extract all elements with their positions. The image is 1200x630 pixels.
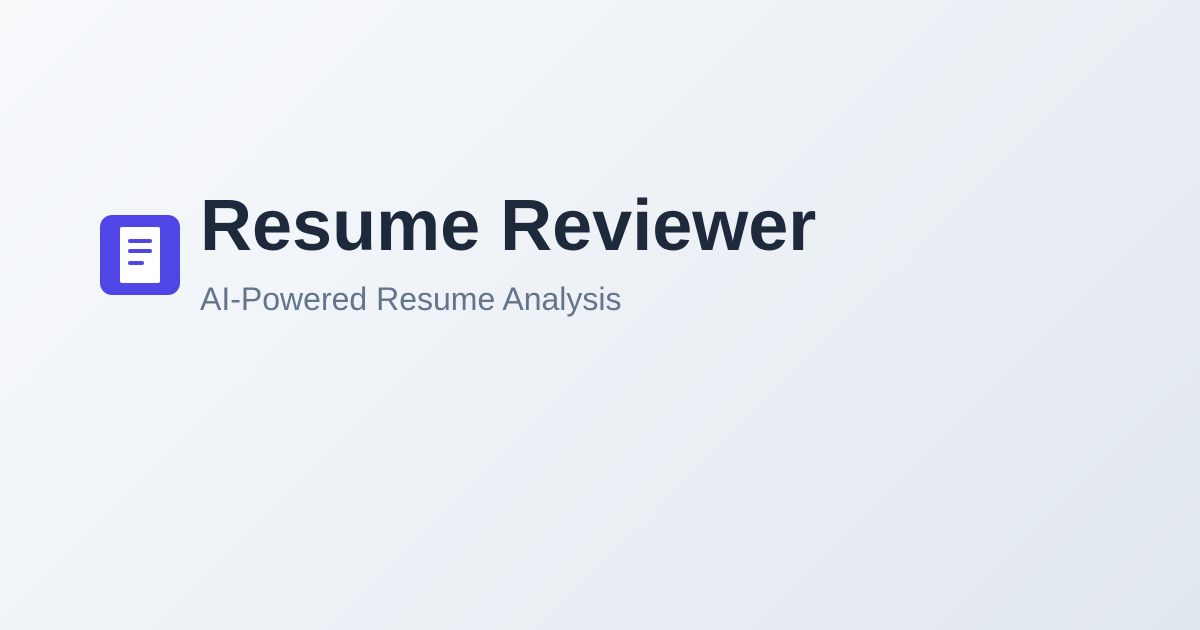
og-card: { "brand": { "title": "Resume Reviewer",… [0,0,1200,630]
page-subtitle: AI-Powered Resume Analysis [200,281,622,317]
page-title: Resume Reviewer [200,186,817,266]
document-icon [120,227,160,283]
brand-text: Resume Reviewer AI-Powered Resume Analys… [200,186,816,319]
app-logo [100,215,180,295]
brand-lockup: Resume Reviewer AI-Powered Resume Analys… [100,186,816,319]
